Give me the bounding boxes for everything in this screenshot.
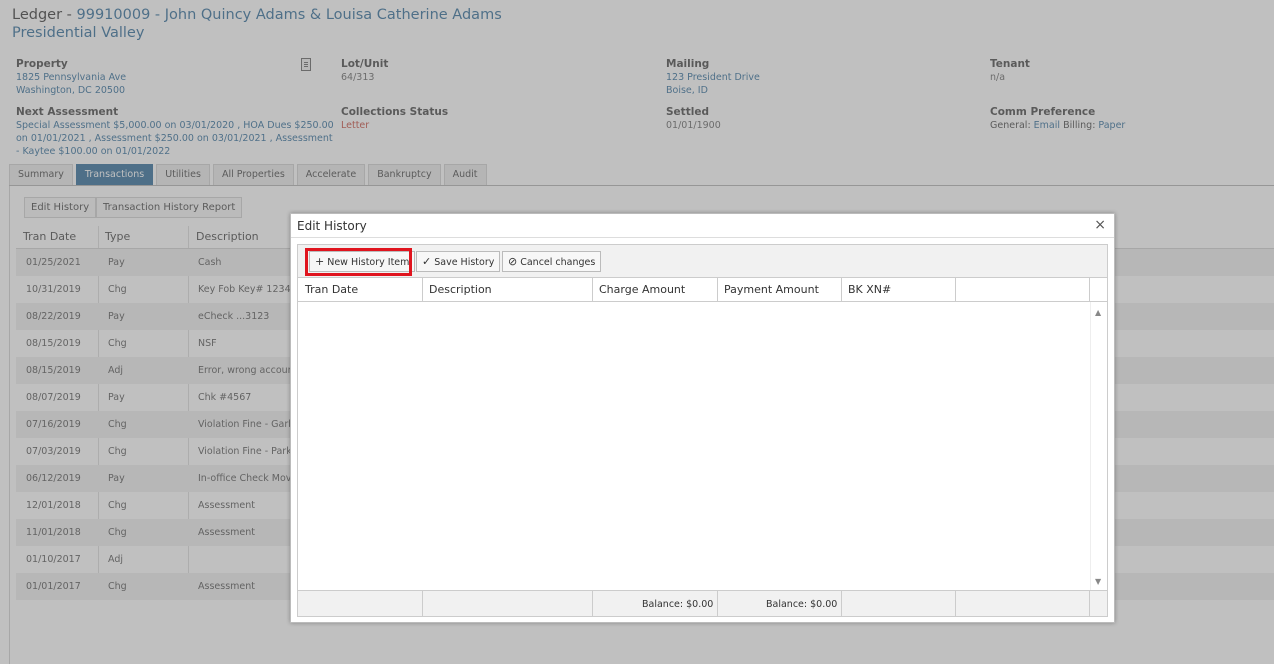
- payment-balance: Balance: $0.00: [766, 599, 838, 610]
- check-icon: ✓: [422, 255, 432, 268]
- header-charge-amount[interactable]: Charge Amount: [599, 283, 685, 296]
- highlight-box: [305, 248, 412, 276]
- header-bk-xn[interactable]: BK XN#: [848, 283, 891, 296]
- column-divider: [422, 590, 423, 616]
- dialog-divider: [291, 237, 1114, 238]
- save-history-button[interactable]: ✓ Save History: [416, 251, 501, 272]
- header-tran-date[interactable]: Tran Date: [305, 283, 358, 296]
- column-divider: [717, 278, 718, 302]
- column-divider: [1089, 590, 1090, 616]
- header-description[interactable]: Description: [429, 283, 492, 296]
- column-divider: [717, 590, 718, 616]
- scroll-down-icon[interactable]: ▼: [1095, 577, 1101, 586]
- edit-history-dialog: Edit History × + New History Item ✓ Save H…: [290, 213, 1115, 623]
- dialog-toolbar: + New History Item ✓ Save History ⊘ Cancel …: [298, 245, 1107, 278]
- history-grid: + New History Item ✓ Save History ⊘ Cancel …: [297, 244, 1108, 617]
- scroll-up-icon[interactable]: ▲: [1095, 308, 1101, 317]
- column-divider: [955, 278, 956, 302]
- cancel-changes-button[interactable]: ⊘ Cancel changes: [502, 251, 602, 272]
- close-icon[interactable]: ×: [1094, 217, 1106, 233]
- column-divider: [841, 278, 842, 302]
- column-divider: [592, 590, 593, 616]
- vertical-scrollbar[interactable]: ▲ ▼: [1090, 302, 1107, 590]
- charge-balance: Balance: $0.00: [642, 599, 714, 610]
- dialog-title: Edit History: [297, 219, 367, 233]
- column-divider: [422, 278, 423, 302]
- header-payment-amount[interactable]: Payment Amount: [724, 283, 819, 296]
- history-grid-footer: Balance: $0.00 Balance: $0.00: [298, 590, 1107, 616]
- cancel-icon: ⊘: [508, 255, 518, 268]
- column-divider: [955, 590, 956, 616]
- history-grid-body[interactable]: [298, 302, 1107, 590]
- column-divider: [841, 590, 842, 616]
- history-grid-header: Tran Date Description Charge Amount Paym…: [298, 278, 1107, 302]
- column-divider: [592, 278, 593, 302]
- column-divider: [1089, 278, 1090, 302]
